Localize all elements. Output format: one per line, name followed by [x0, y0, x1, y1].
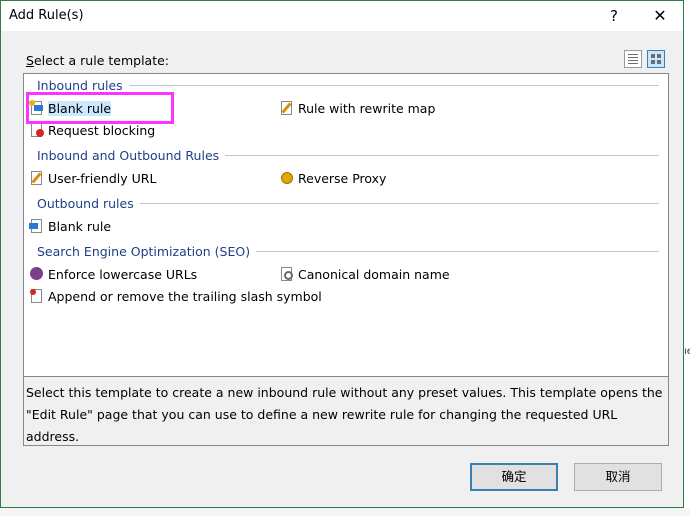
reverse-proxy-icon: [279, 170, 295, 186]
group-divider: [128, 85, 659, 86]
trailing-slash-icon: [29, 288, 45, 304]
rule-template-list[interactable]: Inbound rules Blank rule Rule with rewri…: [23, 73, 669, 377]
group-header-label: Outbound rules: [37, 196, 134, 211]
group-header-label: Inbound and Outbound Rules: [37, 148, 220, 163]
template-label: Append or remove the trailing slash symb…: [48, 288, 322, 304]
background-window-bottom: [0, 508, 690, 516]
group-header-label: Search Engine Optimization (SEO): [37, 244, 251, 259]
background-window-strip: [684, 0, 690, 516]
blank-rule-icon: [29, 100, 45, 116]
template-label: Blank rule: [48, 100, 112, 116]
rewrite-map-icon: [279, 100, 295, 116]
request-blocking-icon: [29, 122, 45, 138]
details-view-icon: [628, 54, 638, 55]
group-header-label: Inbound rules: [37, 78, 123, 93]
template-canonical-domain[interactable]: Canonical domain name: [279, 264, 450, 284]
group-header-seo: Search Engine Optimization (SEO): [37, 244, 659, 259]
tiles-view-icon: [651, 54, 655, 58]
blank-outbound-rule-icon: [29, 218, 45, 234]
template-label: Rule with rewrite map: [298, 100, 436, 116]
select-template-label-text: elect a rule template:: [33, 53, 170, 68]
template-label: Enforce lowercase URLs: [48, 266, 198, 282]
template-lowercase-urls[interactable]: Enforce lowercase URLs: [29, 264, 197, 284]
group-header-inbound-outbound: Inbound and Outbound Rules: [37, 148, 659, 163]
window-title: Add Rule(s): [9, 8, 84, 23]
template-reverse-proxy[interactable]: Reverse Proxy: [279, 168, 386, 188]
template-label: Request blocking: [48, 122, 156, 138]
help-button[interactable]: ?: [591, 1, 637, 31]
user-friendly-url-icon: [29, 170, 45, 186]
group-header-outbound: Outbound rules: [37, 196, 659, 211]
template-rewrite-map[interactable]: Rule with rewrite map: [279, 98, 435, 118]
group-divider: [139, 203, 659, 204]
ok-button[interactable]: 确定: [470, 463, 558, 491]
group-divider: [256, 251, 659, 252]
template-blank-inbound[interactable]: Blank rule: [29, 98, 112, 118]
mnemonic-letter: S: [26, 53, 34, 68]
close-button[interactable]: ✕: [637, 1, 683, 31]
select-template-label: Select a rule template:: [26, 53, 169, 68]
tiles-view-button[interactable]: [647, 50, 665, 68]
template-label: Reverse Proxy: [298, 170, 387, 186]
template-description: Select this template to create a new inb…: [23, 377, 669, 446]
canonical-domain-icon: [279, 266, 295, 282]
background-text-fragment: ıe: [684, 346, 690, 357]
template-label: Blank rule: [48, 218, 112, 234]
template-request-blocking[interactable]: Request blocking: [29, 120, 155, 140]
group-header-inbound: Inbound rules: [37, 78, 659, 93]
add-rules-dialog: Add Rule(s) ? ✕ Select a rule template: …: [0, 0, 684, 508]
template-user-friendly-url[interactable]: User-friendly URL: [29, 168, 156, 188]
group-divider: [225, 155, 659, 156]
lowercase-globe-icon: [29, 266, 45, 282]
cancel-button[interactable]: 取消: [574, 463, 662, 491]
details-view-button[interactable]: [624, 50, 642, 68]
title-bar[interactable]: Add Rule(s) ? ✕: [1, 1, 683, 31]
template-label: User-friendly URL: [48, 170, 157, 186]
template-label: Canonical domain name: [298, 266, 450, 282]
template-trailing-slash[interactable]: Append or remove the trailing slash symb…: [29, 286, 322, 306]
template-blank-outbound[interactable]: Blank rule: [29, 216, 111, 236]
